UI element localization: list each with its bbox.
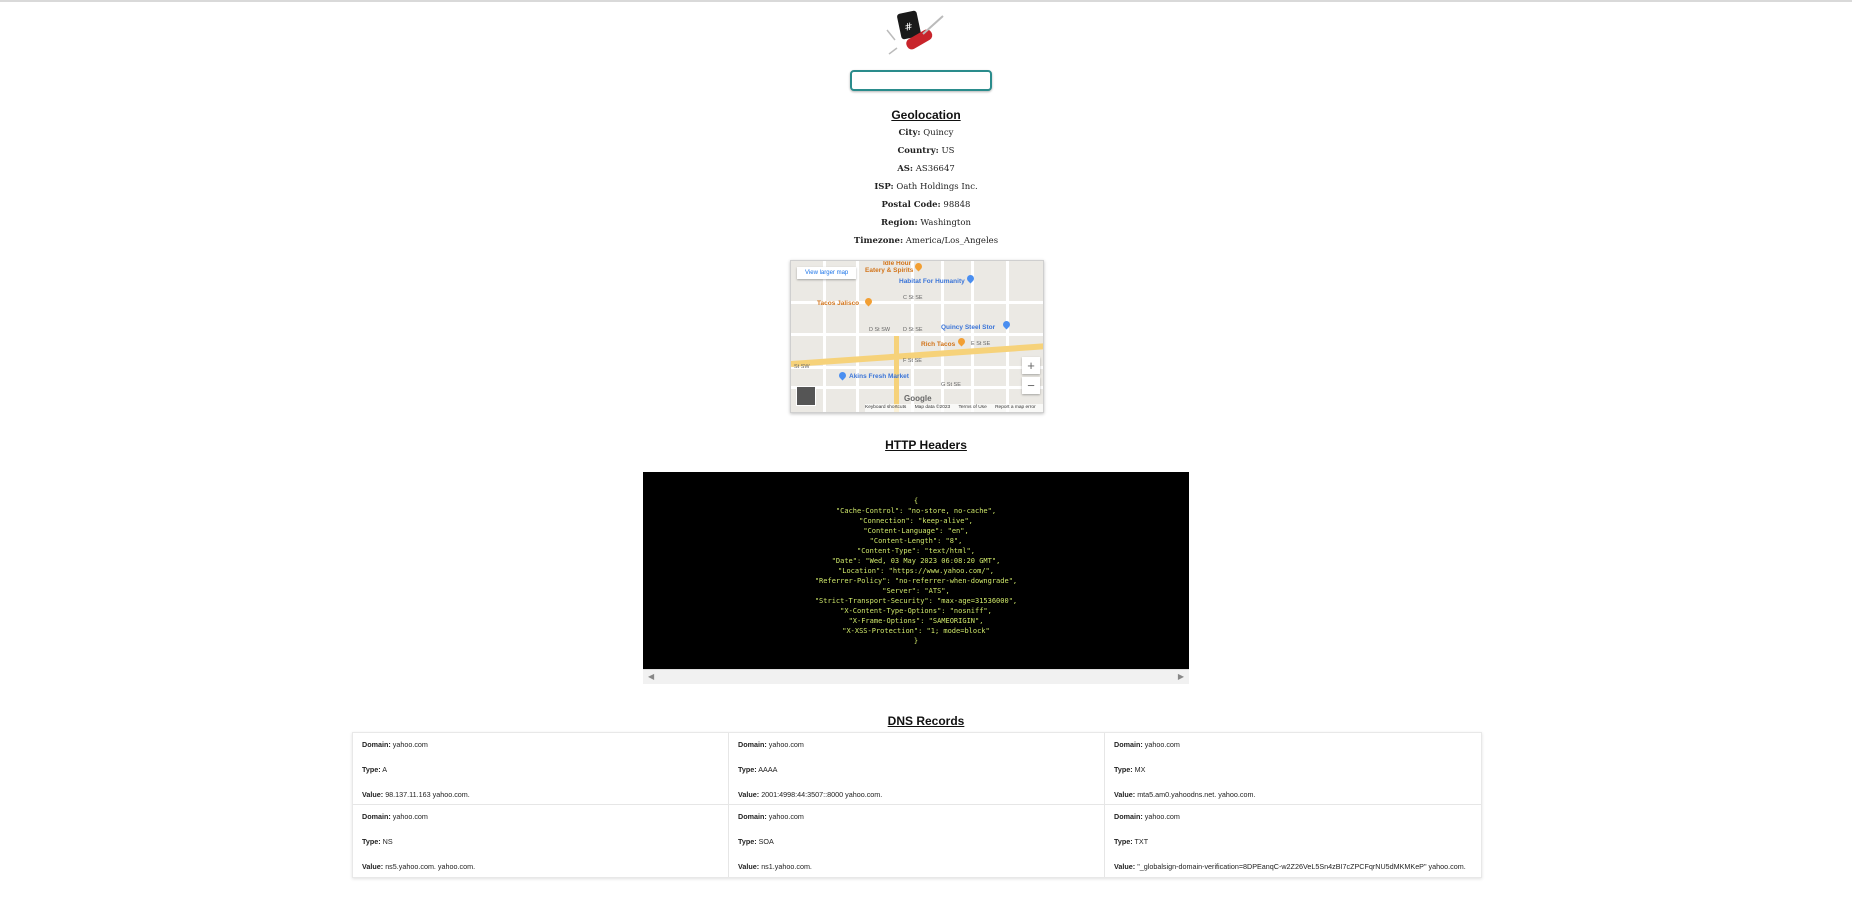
map-data-text: Map data ©2023	[914, 405, 951, 410]
geo-region: Region: Washington	[881, 218, 971, 228]
dns-record-txt: Domain: yahoo.com Type: TXT Value: "_glo…	[1114, 812, 1466, 871]
geo-isp: ISP: Oath Holdings Inc.	[874, 182, 978, 192]
geo-city: City: Quincy	[898, 128, 954, 138]
header-line: "Content-Language": "en",	[863, 527, 969, 535]
dns-record-mx: Domain: yahoo.com Type: MX Value: mta5.a…	[1105, 733, 1481, 805]
poi-tacos-jalisco[interactable]: Tacos Jalisco	[817, 300, 859, 307]
geo-as: AS: AS36647	[897, 164, 955, 174]
zoom-in-button[interactable]: +	[1022, 357, 1040, 374]
poi-idle-hour[interactable]: Idle Hour	[883, 261, 911, 267]
dns-record-aaaa: Domain: yahoo.com Type: AAAA Value: 2001…	[729, 733, 1105, 805]
header-line: "Server": "ATS",	[882, 587, 950, 595]
scroll-left-icon[interactable]: ◀	[648, 672, 654, 681]
header-line: "Referrer-Policy": "no-referrer-when-dow…	[814, 577, 1018, 585]
restaurant-pin-icon[interactable]	[913, 261, 924, 272]
header-line: "Strict-Transport-Security": "max-age=31…	[814, 597, 1018, 605]
http-headers-title: HTTP Headers	[885, 438, 967, 452]
street-d-st-sw: D St SW	[869, 327, 891, 333]
header-line: "Content-Length": "8",	[869, 537, 963, 545]
shop-pin-icon[interactable]	[1001, 319, 1012, 330]
zoom-out-button[interactable]: −	[1022, 377, 1040, 394]
map-footer: Keyboard shortcuts Map data ©2023 Terms …	[865, 404, 1043, 412]
header-line: "Connection": "keep-alive",	[859, 517, 973, 525]
street-c-st-se: C St SE	[903, 295, 923, 301]
dns-record-a: Domain: yahoo.com Type: A Value: 98.137.…	[353, 733, 729, 805]
header-line: "X-Content-Type-Options": "nosniff",	[840, 607, 992, 615]
header-line: "Content-Type": "text/html",	[856, 547, 975, 555]
search-input[interactable]	[850, 70, 992, 91]
http-headers-output: { "Cache-Control": "no-store, no-cache",…	[643, 472, 1189, 669]
dns-records-grid: Domain: yahoo.com Type: A Value: 98.137.…	[352, 732, 1482, 878]
geo-timezone: Timezone: America/Los_Angeles	[853, 236, 999, 246]
header-line: {	[913, 497, 919, 505]
report-map-error-link[interactable]: Report a map error	[995, 405, 1036, 410]
terms-of-use-link[interactable]: Terms of Use	[958, 405, 986, 410]
header-line: "Date": "Wed, 03 May 2023 06:08:20 GMT",	[831, 557, 1001, 565]
horizontal-scrollbar[interactable]: ◀ ▶	[643, 669, 1189, 684]
top-divider	[0, 0, 1852, 2]
geo-country: Country: US	[897, 146, 955, 156]
dns-record-ns: Domain: yahoo.com Type: NS Value: ns5.ya…	[353, 805, 729, 877]
dns-record-soa: Domain: yahoo.com Type: SOA Value: ns1.y…	[729, 805, 1105, 877]
header-line: }	[913, 637, 919, 645]
view-larger-map-link[interactable]: View larger map	[797, 267, 857, 279]
dns-records-title: DNS Records	[887, 714, 965, 728]
street-d-st-se: D St SE	[903, 327, 923, 333]
poi-eatery[interactable]: Eatery & Spirits	[865, 267, 913, 274]
street-g-st-se: G St SE	[941, 382, 961, 388]
keyboard-shortcuts-link[interactable]: Keyboard shortcuts	[865, 405, 906, 410]
poi-akins[interactable]: Akins Fresh Market	[849, 373, 909, 380]
header-line: "Cache-Control": "no-store, no-cache",	[835, 507, 997, 515]
google-logo: Google	[904, 394, 932, 403]
satellite-toggle-thumbnail[interactable]	[796, 386, 816, 406]
header-line: "Location": "https://www.yahoo.com/",	[838, 567, 994, 575]
header-line: "X-Frame-Options": "SAMEORIGIN",	[848, 617, 984, 625]
scroll-right-icon[interactable]: ▶	[1178, 672, 1184, 681]
geo-postal-code: Postal Code: 98848	[881, 200, 971, 210]
street-st-sw: St SW	[794, 364, 810, 370]
restaurant-pin-icon[interactable]	[863, 296, 874, 307]
header-line: "X-XSS-Protection": "1; mode=block"	[842, 627, 990, 635]
street-f-st-se: F St SE	[903, 358, 922, 364]
street-e-st-se: E St SE	[971, 341, 991, 347]
poi-quincy-steel[interactable]: Quincy Steel Stor	[941, 324, 995, 331]
restaurant-pin-icon[interactable]	[956, 336, 967, 347]
embedded-map[interactable]: View larger map Idle Hour Eatery & Spiri…	[790, 260, 1044, 413]
shop-pin-icon[interactable]	[837, 370, 848, 381]
poi-rich-tacos[interactable]: Rich Tacos	[921, 341, 955, 348]
swiss-knife-logo-icon: #	[886, 10, 944, 55]
poi-habitat[interactable]: Habitat For Humanity	[899, 278, 965, 285]
geolocation-title: Geolocation	[891, 108, 961, 122]
